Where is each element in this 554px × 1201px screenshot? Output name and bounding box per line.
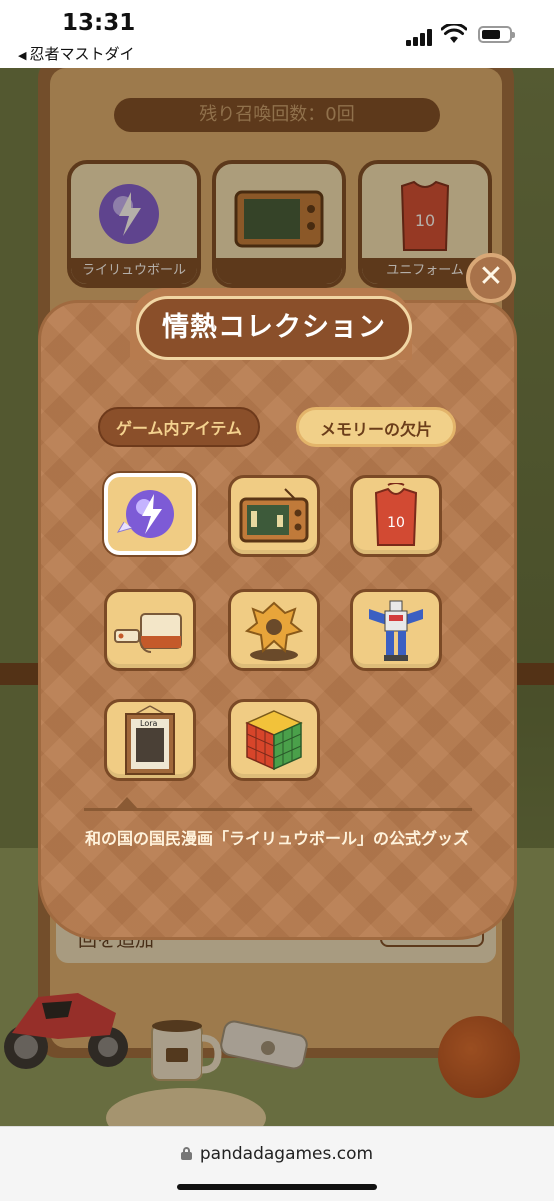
collection-item-thunder-orb[interactable] (104, 473, 196, 555)
wifi-icon (441, 24, 467, 43)
status-bar: 13:31 ◀ 忍者マストダイ (0, 0, 554, 68)
collection-item-framed-poster[interactable]: Lora (104, 699, 196, 781)
status-time: 13:31 (62, 10, 136, 36)
home-indicator[interactable] (177, 1184, 377, 1190)
signal-icon (406, 28, 436, 46)
collection-item-rubiks-cube[interactable] (228, 699, 320, 781)
back-app-label: 忍者マストダイ (29, 45, 135, 63)
jersey-10-icon: 10 (374, 483, 418, 546)
robot-figure-icon (369, 600, 423, 661)
close-button[interactable]: ✕ (466, 253, 516, 303)
tab-in-game-items[interactable]: ゲーム内アイテム (98, 407, 260, 447)
tab-memory-fragments[interactable]: メモリーの欠片 (296, 407, 456, 447)
back-to-app-link[interactable]: ◀ 忍者マストダイ (18, 43, 134, 64)
collection-item-golden-figure[interactable] (228, 589, 320, 671)
modal-title: 情熱コレクション (162, 312, 386, 343)
url-text: pandadagames.com (199, 1144, 374, 1164)
modal-title-plate: 情熱コレクション (136, 296, 412, 360)
back-triangle-icon: ◀ (18, 49, 27, 62)
collection-item-jersey[interactable]: 10 (350, 475, 442, 557)
rubiks-cube-icon (245, 710, 303, 771)
close-icon: ✕ (478, 259, 504, 294)
retro-tv-icon (239, 488, 309, 543)
svg-text:10: 10 (387, 515, 405, 531)
lock-icon (180, 1147, 192, 1160)
framed-poster-icon: Lora (125, 705, 175, 775)
game-console-icon (114, 613, 182, 653)
collection-item-retro-tv[interactable] (228, 475, 320, 557)
poster-label: Lora (140, 719, 158, 728)
collection-item-game-console[interactable] (104, 589, 196, 671)
browser-url-bar[interactable]: pandadagames.com (0, 1126, 554, 1201)
collection-item-robot-figure[interactable] (350, 589, 442, 671)
golden-figure-icon (244, 601, 304, 661)
description-divider (84, 808, 472, 811)
battery-icon (478, 26, 515, 43)
thunder-orb-icon (116, 490, 174, 538)
item-description: 和の国の国民漫画「ライリュウボール」の公式グッズ (84, 829, 469, 848)
